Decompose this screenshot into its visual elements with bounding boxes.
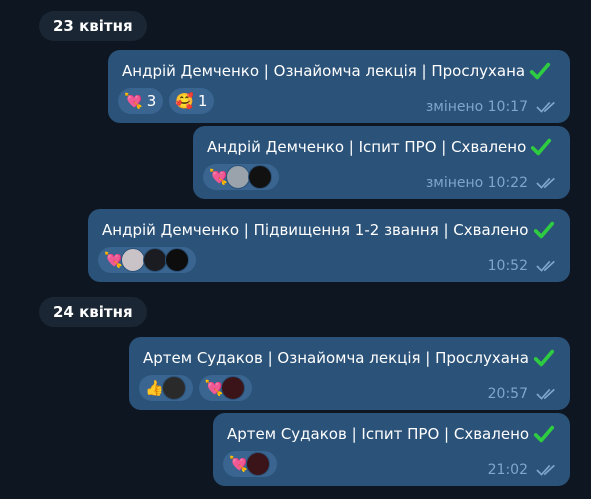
heart-arrow-icon: 💘 — [104, 250, 123, 269]
avatar — [245, 452, 270, 476]
message-bubble[interactable]: Артем Судаков | Ознайомча лекція | Просл… — [129, 337, 570, 410]
heart-arrow-icon: 💘 — [124, 91, 143, 110]
double-check-icon — [536, 464, 555, 476]
message-text: Андрій Демченко | Ознайомча лекція | Про… — [122, 60, 551, 82]
reaction-smile[interactable]: 🥰 1 — [169, 88, 215, 114]
message-time: 21:02 — [487, 462, 528, 478]
reaction-count: 1 — [197, 92, 208, 110]
message-text: Андрій Демченко | Іспит ПРО | Схвалено — [207, 136, 552, 158]
message-time: 20:57 — [487, 386, 528, 402]
message-time: змінено 10:22 — [425, 175, 528, 191]
date-separator: 24 квітня — [39, 297, 147, 327]
message-bubble[interactable]: Андрій Демченко | Іспит ПРО | Схвалено 💘… — [193, 126, 570, 199]
check-mark-icon — [530, 62, 551, 80]
double-check-icon — [536, 101, 555, 113]
reaction-heart[interactable]: 💘 — [223, 451, 277, 477]
message-text: Артем Судаков | Ознайомча лекція | Просл… — [143, 347, 555, 369]
heart-arrow-icon: 💘 — [229, 454, 248, 473]
check-mark-icon — [533, 425, 555, 443]
avatar — [164, 248, 189, 272]
avatar — [221, 376, 246, 400]
check-mark-icon — [533, 349, 554, 367]
message-time: 10:52 — [487, 258, 528, 274]
reaction-heart[interactable]: 💘 — [198, 375, 253, 401]
avatar — [247, 165, 272, 189]
thumbs-up-icon: 👍 — [145, 378, 164, 397]
date-separator: 23 квітня — [39, 11, 147, 41]
reaction-heart[interactable]: 💘 3 — [118, 88, 164, 114]
reaction-heart[interactable]: 💘 — [98, 247, 196, 273]
avatar — [161, 376, 186, 400]
message-text: Андрій Демченко | Підвищення 1-2 звання … — [102, 219, 555, 241]
heart-arrow-icon: 💘 — [209, 167, 228, 186]
reaction-heart[interactable]: 💘 — [203, 164, 279, 190]
message-bubble[interactable]: Андрій Демченко | Ознайомча лекція | Про… — [108, 50, 570, 123]
check-mark-icon — [531, 138, 552, 156]
reaction-count: 3 — [146, 92, 157, 110]
smiling-hearts-icon: 🥰 — [175, 91, 194, 110]
double-check-icon — [536, 388, 555, 400]
message-time: змінено 10:17 — [425, 99, 528, 115]
reaction-thumbs-up[interactable]: 👍 — [139, 375, 193, 401]
double-check-icon — [536, 177, 555, 189]
message-text: Артем Судаков | Іспит ПРО | Схвалено — [227, 423, 555, 445]
double-check-icon — [536, 260, 555, 272]
avatar — [120, 248, 145, 272]
avatar — [142, 248, 167, 272]
message-bubble[interactable]: Артем Судаков | Іспит ПРО | Схвалено 💘 2… — [213, 413, 570, 486]
message-bubble[interactable]: Андрій Демченко | Підвищення 1-2 звання … — [88, 209, 570, 282]
avatar — [225, 165, 250, 189]
check-mark-icon — [533, 221, 554, 239]
